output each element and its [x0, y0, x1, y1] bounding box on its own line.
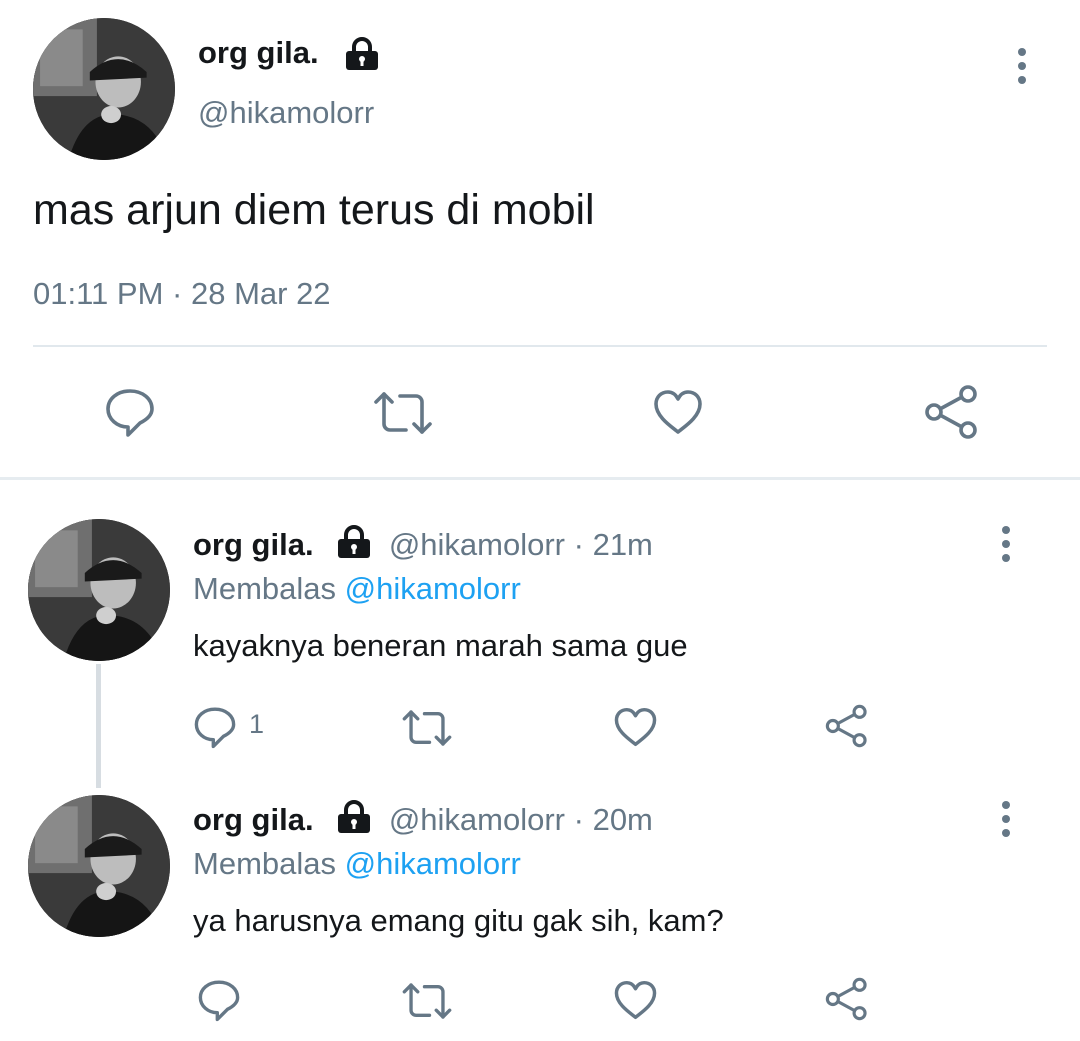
reply-header: org gila. @hikamolorr · 20m — [193, 800, 653, 838]
divider — [33, 345, 1047, 347]
share-icon[interactable] — [825, 977, 869, 1021]
reply-icon[interactable] — [197, 978, 241, 1022]
more-options-icon[interactable] — [1012, 48, 1032, 84]
reply-icon[interactable] — [104, 386, 156, 438]
avatar[interactable] — [28, 519, 170, 661]
display-name[interactable]: org gila. — [198, 35, 319, 71]
avatar-image — [33, 18, 175, 160]
retweet-icon[interactable] — [372, 388, 434, 438]
handle[interactable]: @hikamolorr — [389, 802, 565, 837]
mention-link[interactable]: @hikamolorr — [345, 571, 521, 606]
replying-to: Membalas @hikamolorr — [193, 846, 521, 882]
like-icon[interactable] — [652, 388, 704, 436]
avatar[interactable] — [33, 18, 175, 160]
share-icon[interactable] — [924, 384, 980, 440]
like-icon[interactable] — [613, 706, 658, 748]
avatar-image — [28, 795, 170, 937]
more-options-icon[interactable] — [996, 526, 1016, 562]
timestamp-separator: · — [172, 276, 183, 311]
reply-icon[interactable] — [193, 705, 237, 749]
reply-text: kayaknya beneran marah sama gue — [193, 628, 688, 663]
share-icon[interactable] — [825, 704, 869, 748]
avatar-image — [28, 519, 170, 661]
mention-link[interactable]: @hikamolorr — [345, 846, 521, 881]
lock-icon — [336, 525, 372, 559]
replying-label: Membalas — [193, 571, 336, 606]
time-ago: · 21m — [573, 527, 653, 562]
reply-count: 1 — [249, 709, 265, 739]
handle[interactable]: @hikamolorr — [389, 527, 565, 562]
tweet-timestamp: 01:11 PM · 28 Mar 22 — [33, 276, 331, 312]
like-icon[interactable] — [613, 979, 658, 1021]
lock-icon — [344, 37, 380, 71]
replying-to: Membalas @hikamolorr — [193, 571, 521, 607]
replying-label: Membalas — [193, 846, 336, 881]
display-name[interactable]: org gila. — [193, 802, 314, 837]
section-divider — [0, 477, 1080, 480]
display-name[interactable]: org gila. — [193, 527, 314, 562]
avatar[interactable] — [28, 795, 170, 937]
retweet-icon[interactable] — [400, 980, 454, 1022]
time-ago: · 20m — [573, 802, 653, 837]
lock-icon — [336, 800, 372, 834]
reply-text: ya harusnya emang gitu gak sih, kam? — [193, 903, 724, 938]
reply-header: org gila. @hikamolorr · 21m — [193, 525, 653, 563]
tweet-time: 01:11 PM — [33, 276, 164, 311]
handle[interactable]: @hikamolorr — [198, 95, 374, 131]
more-options-icon[interactable] — [996, 801, 1016, 837]
tweet-date: 28 Mar 22 — [190, 276, 331, 311]
retweet-icon[interactable] — [400, 707, 454, 749]
thread-line — [96, 664, 101, 788]
tweet-text: mas arjun diem terus di mobil — [33, 186, 595, 234]
